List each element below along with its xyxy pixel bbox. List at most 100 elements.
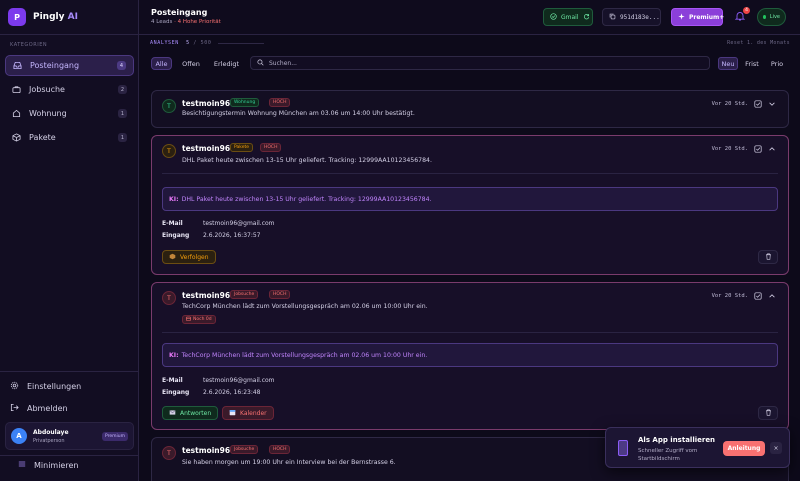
app-name-text: Pingly — [33, 12, 65, 22]
sender-avatar: T — [162, 144, 176, 158]
category-tag: Wohnung — [230, 98, 260, 107]
calendar-button[interactable]: Kalender — [222, 406, 274, 420]
lead-summary: Besichtigungstermin Wohnung München am 0… — [182, 110, 415, 117]
search-bar[interactable] — [250, 56, 710, 70]
gmail-status-button[interactable]: Gmail — [543, 8, 593, 26]
sparkle-icon — [678, 12, 685, 22]
chevron-up-icon[interactable] — [768, 145, 776, 153]
lead-card-jobsuche[interactable]: T testmoin96 Jobsuche HOCH TechCorp Münc… — [151, 282, 789, 430]
sender-name: testmoin96 — [182, 291, 231, 300]
account-id-button[interactable]: 951d183e... — [602, 8, 661, 26]
ai-summary-text: TechCorp München lädt zum Vorstellungsge… — [181, 351, 428, 359]
category-tag: Pakete — [230, 143, 254, 152]
sender-avatar: T — [162, 446, 176, 460]
lead-card-wohnung[interactable]: T testmoin96 Wohnung HOCH Besichtigungst… — [151, 90, 789, 128]
chevron-up-icon[interactable] — [768, 292, 776, 300]
checkbox-icon[interactable] — [754, 145, 762, 153]
checkbox-icon[interactable] — [754, 100, 762, 108]
delete-button[interactable] — [758, 250, 778, 264]
brand[interactable]: P Pingly AI — [8, 8, 78, 26]
sender-name: testmoin96 — [182, 446, 231, 455]
sort-tab-prio[interactable]: Prio — [766, 57, 788, 70]
priority-tag: HOCH — [269, 290, 291, 299]
sort-tab-frist[interactable]: Frist — [741, 57, 763, 70]
priority-tag: HOCH — [269, 98, 291, 107]
sidebar-item-count: 1 — [118, 109, 127, 118]
user-info: Abdoulaye Privatperson — [33, 429, 69, 444]
sidebar-item-wohnung[interactable]: Wohnung 1 — [5, 103, 134, 124]
search-input[interactable] — [269, 59, 689, 67]
user-name: Abdoulaye — [33, 428, 69, 436]
priority-tag: HOCH — [260, 143, 282, 152]
email-label: E-Mail — [162, 220, 183, 227]
email-value: testmoin96@gmail.com — [203, 220, 275, 227]
install-guide-button[interactable]: Anleitung — [723, 441, 765, 456]
gmail-label: Gmail — [561, 13, 579, 21]
checkbox-icon[interactable] — [754, 292, 762, 300]
lead-time: Vor 20 Std. — [711, 146, 748, 152]
toast-subtitle: Schneller Zugriff vom Startbildschirm — [638, 448, 698, 462]
sender-avatar: T — [162, 291, 176, 305]
collapse-label: Minimieren — [34, 460, 79, 470]
track-label: Verfolgen — [180, 253, 209, 261]
sender-avatar: T — [162, 99, 176, 113]
lead-summary: TechCorp München lädt zum Vorstellungsge… — [182, 303, 428, 310]
premium-button[interactable]: Premium+ — [671, 8, 725, 26]
analysen-label: ANALYSEN — [150, 40, 179, 46]
sidebar-item-posteingang[interactable]: Posteingang 4 — [5, 55, 134, 76]
sidebar-divider — [0, 34, 139, 35]
sidebar-item-count: 2 — [118, 85, 127, 94]
home-icon — [12, 109, 21, 118]
app-logo: P — [8, 8, 26, 26]
toast-title: Als App installieren — [638, 436, 716, 444]
filter-tab-offen[interactable]: Offen — [178, 57, 204, 70]
sidebar-item-pakete[interactable]: Pakete 1 — [5, 127, 134, 148]
page-subtitle: 4 Leads · 4 Hohe Priorität — [151, 19, 221, 25]
install-app-toast: Als App installieren Schneller Zugriff v… — [605, 427, 790, 468]
received-label: Eingang — [162, 232, 190, 239]
analysen-counter: ANALYSEN 5 / 500 — [150, 40, 211, 46]
reply-button[interactable]: Antworten — [162, 406, 219, 420]
filter-tab-erledigt[interactable]: Erledigt — [210, 57, 243, 70]
trash-icon — [765, 253, 772, 262]
card-divider — [162, 173, 778, 174]
sidebar-item-count: 4 — [117, 61, 126, 70]
ai-prefix: KI: — [169, 351, 179, 359]
sidebar-item-jobsuche[interactable]: Jobsuche 2 — [5, 79, 134, 100]
lead-summary: Sie haben morgen um 19:00 Uhr ein Interv… — [182, 459, 396, 466]
logout-link[interactable]: Abmelden — [10, 403, 68, 414]
sender-name: testmoin96 — [182, 99, 231, 108]
lead-summary: DHL Paket heute zwischen 13-15 Uhr gelie… — [182, 157, 432, 164]
mail-icon — [169, 409, 176, 418]
priority-count: · 4 Hohe Priorität — [174, 19, 221, 25]
ai-summary: KI: DHL Paket heute zwischen 13-15 Uhr g… — [162, 187, 778, 211]
calendar-icon — [186, 316, 191, 323]
close-icon[interactable]: × — [770, 442, 782, 454]
sidebar-divider — [0, 371, 139, 372]
leads-count: 4 Leads — [151, 19, 173, 25]
sidebar-item-label: Posteingang — [30, 61, 80, 70]
ai-prefix: KI: — [169, 195, 179, 203]
premium-badge: Premium — [101, 431, 128, 441]
analysen-total: / 500 — [193, 40, 212, 46]
package-icon — [12, 133, 21, 142]
track-button[interactable]: Verfolgen — [162, 250, 216, 264]
premium-label: Premium+ — [689, 13, 725, 21]
sort-tab-neu[interactable]: Neu — [718, 57, 738, 70]
sidebar-divider — [0, 455, 139, 456]
settings-link[interactable]: Einstellungen — [10, 381, 81, 392]
search-icon — [257, 58, 264, 68]
briefcase-icon — [12, 85, 21, 94]
analysen-progress-bar — [218, 43, 264, 44]
user-card[interactable]: A Abdoulaye Privatperson Premium — [5, 422, 134, 450]
ai-summary-text: DHL Paket heute zwischen 13-15 Uhr gelie… — [181, 195, 432, 203]
filter-tab-alle[interactable]: Alle — [151, 57, 172, 70]
live-dot-icon — [763, 15, 766, 19]
delete-button[interactable] — [758, 406, 778, 420]
analysen-count: 5 — [186, 40, 190, 46]
chevron-down-icon[interactable] — [768, 100, 776, 108]
avatar: A — [11, 428, 27, 444]
lead-card-pakete[interactable]: T testmoin96 Pakete HOCH DHL Paket heute… — [151, 135, 789, 275]
refresh-icon — [583, 13, 590, 22]
collapse-button[interactable]: Minimieren — [18, 460, 78, 470]
